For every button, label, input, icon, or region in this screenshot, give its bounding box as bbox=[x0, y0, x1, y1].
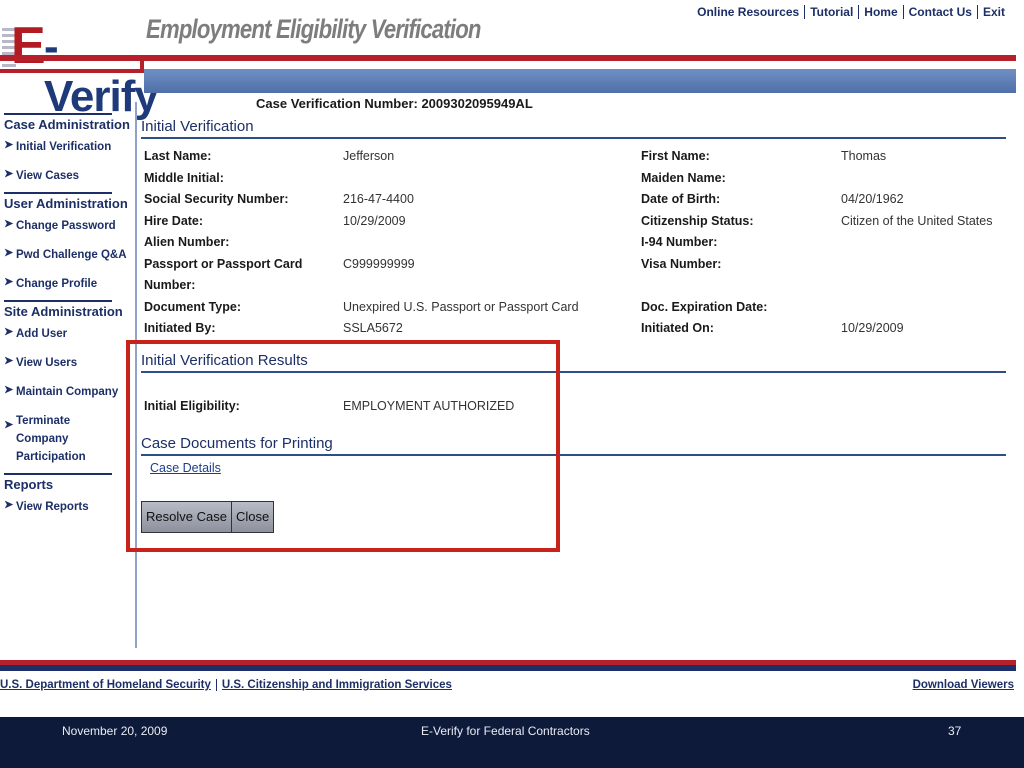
dob-label: Date of Birth: bbox=[641, 192, 721, 206]
sidebar-item-change-profile[interactable]: ➤ Change Profile bbox=[0, 271, 134, 300]
sidebar-item-view-users[interactable]: ➤ View Users bbox=[0, 350, 134, 379]
last-name-label: Last Name: bbox=[144, 149, 212, 163]
citizenship-value: Citizen of the United States bbox=[841, 213, 993, 228]
chevron-right-icon: ➤ bbox=[4, 499, 14, 511]
sidebar-item-change-password[interactable]: ➤ Change Password bbox=[0, 213, 134, 242]
passport-label: Passport or Passport Card Number: bbox=[144, 256, 303, 292]
sidebar-item-view-reports[interactable]: ➤ View Reports bbox=[0, 494, 134, 523]
chevron-right-icon: ➤ bbox=[4, 419, 14, 431]
case-detail-grid: Last Name: Jefferson First Name: Thomas … bbox=[144, 146, 1014, 340]
sidebar: Case Administration ➤ Initial Verificatio… bbox=[0, 113, 134, 523]
detail-row: Passport or Passport Card Number: C99999… bbox=[144, 254, 1014, 297]
nav-online-resources[interactable]: Online Resources bbox=[692, 5, 804, 19]
top-nav: Online Resources Tutorial Home Contact U… bbox=[692, 5, 1010, 19]
middle-initial-label: Middle Initial: bbox=[144, 170, 224, 185]
sidebar-heading-reports: Reports bbox=[4, 473, 112, 494]
footer-blue-stripe bbox=[0, 665, 1016, 671]
download-viewers-link[interactable]: Download Viewers bbox=[913, 679, 1014, 691]
chevron-right-icon: ➤ bbox=[4, 247, 14, 259]
visa-number-label: Visa Number: bbox=[641, 256, 722, 271]
detail-row: Last Name: Jefferson First Name: Thomas bbox=[144, 146, 1014, 168]
header-red-corner bbox=[0, 61, 144, 73]
dhs-link[interactable]: U.S. Department of Homeland Security bbox=[0, 679, 216, 691]
sidebar-item-add-user[interactable]: ➤ Add User bbox=[0, 321, 134, 350]
sidebar-item-pwd-challenge[interactable]: ➤ Pwd Challenge Q&A bbox=[0, 242, 134, 271]
nav-tutorial[interactable]: Tutorial bbox=[804, 5, 858, 19]
detail-row: Hire Date: 10/29/2009 Citizenship Status… bbox=[144, 211, 1014, 233]
slide-footer: November 20, 2009 E-Verify for Federal C… bbox=[0, 717, 1024, 768]
nav-contact-us[interactable]: Contact Us bbox=[902, 5, 977, 19]
doc-expiration-label: Doc. Expiration Date: bbox=[641, 299, 768, 314]
header: E -Verify Employment Eligibility Verific… bbox=[0, 0, 1024, 121]
last-name-value: Jefferson bbox=[343, 149, 395, 163]
detail-row: Document Type: Unexpired U.S. Passport o… bbox=[144, 297, 1014, 319]
chevron-right-icon: ➤ bbox=[4, 326, 14, 338]
ssn-value: 216-47-4400 bbox=[343, 192, 414, 206]
sidebar-heading-site-admin: Site Administration bbox=[4, 300, 123, 321]
nav-exit[interactable]: Exit bbox=[976, 5, 1010, 19]
slide-title: E-Verify for Federal Contractors bbox=[421, 724, 590, 738]
initiated-by-value: SSLA5672 bbox=[343, 321, 403, 335]
sidebar-item-view-cases[interactable]: ➤ View Cases bbox=[0, 163, 134, 192]
initiated-on-value: 10/29/2009 bbox=[841, 321, 904, 335]
case-verification-number: Case Verification Number: 2009302095949A… bbox=[256, 96, 533, 111]
detail-row: Social Security Number: 216-47-4400 Date… bbox=[144, 189, 1014, 211]
highlight-box bbox=[126, 340, 560, 552]
passport-value: C999999999 bbox=[343, 256, 415, 271]
dob-value: 04/20/1962 bbox=[841, 192, 904, 206]
uscis-link[interactable]: U.S. Citizenship and Immigration Service… bbox=[215, 679, 457, 691]
initial-verification-title: Initial Verification bbox=[141, 118, 1006, 139]
alien-number-label: Alien Number: bbox=[144, 235, 230, 249]
first-name-label: First Name: bbox=[641, 149, 710, 163]
detail-row: Middle Initial: Maiden Name: bbox=[144, 168, 1014, 190]
footer-links: U.S. Department of Homeland Security U.S… bbox=[0, 679, 457, 691]
sidebar-heading-case-admin: Case Administration bbox=[4, 113, 130, 134]
header-blue-bar bbox=[144, 69, 1016, 93]
chevron-right-icon: ➤ bbox=[4, 168, 14, 180]
chevron-right-icon: ➤ bbox=[4, 139, 14, 151]
chevron-right-icon: ➤ bbox=[4, 276, 14, 288]
sidebar-item-maintain-company[interactable]: ➤ Maintain Company bbox=[0, 379, 134, 408]
hire-date-value: 10/29/2009 bbox=[343, 213, 406, 228]
document-type-label: Document Type: bbox=[144, 299, 241, 314]
ssn-label: Social Security Number: bbox=[144, 192, 289, 206]
sidebar-heading-user-admin: User Administration bbox=[4, 192, 128, 213]
maiden-name-label: Maiden Name: bbox=[641, 170, 726, 185]
chevron-right-icon: ➤ bbox=[4, 218, 14, 230]
detail-row: Initiated By: SSLA5672 Initiated On: 10/… bbox=[144, 318, 1014, 340]
initiated-on-label: Initiated On: bbox=[641, 321, 714, 335]
i94-number-label: I-94 Number: bbox=[641, 235, 718, 249]
sidebar-item-initial-verification[interactable]: ➤ Initial Verification bbox=[0, 134, 134, 163]
chevron-right-icon: ➤ bbox=[4, 355, 14, 367]
slide-page-number: 37 bbox=[948, 724, 962, 738]
citizenship-label: Citizenship Status: bbox=[641, 213, 754, 228]
initiated-by-label: Initiated By: bbox=[144, 321, 216, 335]
sidebar-item-terminate-company[interactable]: ➤ Terminate Company Participation bbox=[0, 408, 134, 473]
slide-date: November 20, 2009 bbox=[62, 724, 168, 738]
first-name-value: Thomas bbox=[841, 149, 887, 163]
detail-row: Alien Number: I-94 Number: bbox=[144, 232, 1014, 254]
document-type-value: Unexpired U.S. Passport or Passport Card bbox=[343, 299, 579, 314]
nav-home[interactable]: Home bbox=[858, 5, 902, 19]
app-title: Employment Eligibility Verification bbox=[146, 14, 481, 44]
hire-date-label: Hire Date: bbox=[144, 213, 204, 228]
header-red-stripe bbox=[0, 55, 1016, 61]
chevron-right-icon: ➤ bbox=[4, 384, 14, 396]
